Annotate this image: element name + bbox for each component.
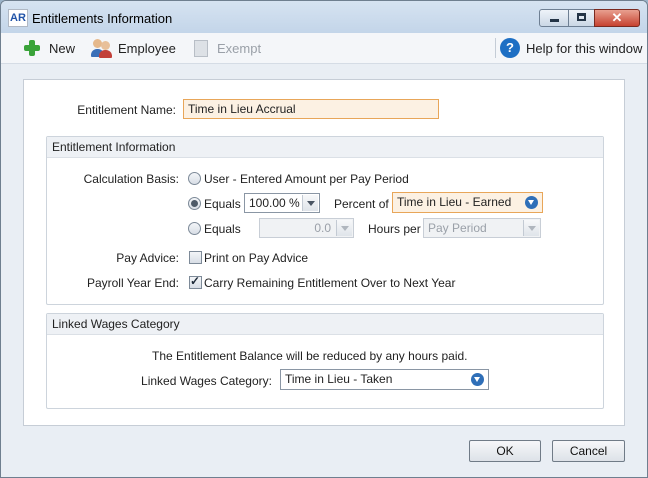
entitlement-information-title: Entitlement Information [47,137,603,158]
radio-equals-hours[interactable] [188,222,201,235]
maximize-icon [577,13,586,21]
hours-per-select[interactable]: Pay Period [423,218,541,238]
employee-label: Employee [118,40,176,56]
hours-select[interactable]: 0.0 [259,218,354,238]
linked-wages-title: Linked Wages Category [47,314,603,335]
dropdown-circle-icon [525,196,538,209]
linked-wages-category-value: Time in Lieu - Taken [285,372,393,386]
minimize-button[interactable] [539,9,569,27]
payroll-year-end-label: Payroll Year End: [86,276,179,290]
help-icon: ? [500,38,520,58]
hours-per-value: Pay Period [428,221,487,235]
toolbar: New Employee Exempt ? Help for this wind… [1,33,647,64]
window-title: Entitlements Information [32,11,173,26]
cancel-button[interactable]: Cancel [552,440,625,462]
dropdown-circle-icon [471,373,484,386]
equals-percent-label: Equals [204,197,241,211]
percent-of-value: Time in Lieu - Earned [397,195,512,209]
maximize-button[interactable] [568,9,595,27]
close-icon: ✕ [611,10,623,25]
print-on-pay-advice-label: Print on Pay Advice [204,251,309,265]
linked-wages-category-label: Linked Wages Category: [141,374,272,388]
exempt-button[interactable]: Exempt [189,33,261,63]
percent-of-select[interactable]: Time in Lieu - Earned [392,192,543,213]
carry-over-checkbox[interactable] [189,274,202,289]
linked-wages-info-text: The Entitlement Balance will be reduced … [152,349,468,363]
calculation-basis-label: Calculation Basis: [83,172,179,186]
chevron-down-icon [336,220,352,236]
new-label: New [49,40,76,56]
ok-button[interactable]: OK [469,440,541,462]
pay-advice-label: Pay Advice: [116,251,179,265]
minimize-icon [550,19,559,22]
print-on-pay-advice-checkbox[interactable] [189,251,202,264]
radio-user-entered[interactable] [188,172,201,185]
percent-of-label: Percent of [334,197,389,211]
chevron-down-icon [523,220,539,236]
help-button[interactable]: ? Help for this window [500,33,642,63]
entitlement-name-input[interactable]: Time in Lieu Accrual [183,99,439,119]
help-label: Help for this window [526,40,643,56]
toolbar-separator [495,38,496,58]
user-entered-label: User - Entered Amount per Pay Period [204,172,409,186]
entitlements-window: AR Entitlements Information ✕ New Employ… [0,0,648,478]
app-logo-icon: AR [8,9,28,27]
percent-select[interactable]: 100.00 % [244,193,320,213]
employee-icon [90,37,112,59]
radio-equals-percent[interactable] [188,197,201,210]
entitlement-information-group: Entitlement Information Calculation Basi… [46,136,604,305]
hours-value: 0.0 [314,221,331,235]
exempt-label: Exempt [217,40,262,56]
close-button[interactable]: ✕ [594,9,640,27]
hours-per-label: Hours per [368,222,421,236]
percent-value: 100.00 % [249,196,300,210]
equals-hours-label: Equals [204,222,241,236]
main-panel: Entitlement Name: Time in Lieu Accrual E… [23,79,625,426]
exempt-icon [189,37,211,59]
employee-button[interactable]: Employee [90,33,176,63]
title-bar: AR Entitlements Information ✕ [1,1,647,33]
plus-icon [21,37,43,59]
chevron-down-icon [302,195,318,211]
carry-over-label: Carry Remaining Entitlement Over to Next… [204,276,456,290]
new-button[interactable]: New [21,33,75,63]
linked-wages-category-select[interactable]: Time in Lieu - Taken [280,369,489,390]
entitlement-name-label: Entitlement Name: [77,103,176,117]
linked-wages-group: Linked Wages Category The Entitlement Ba… [46,313,604,409]
